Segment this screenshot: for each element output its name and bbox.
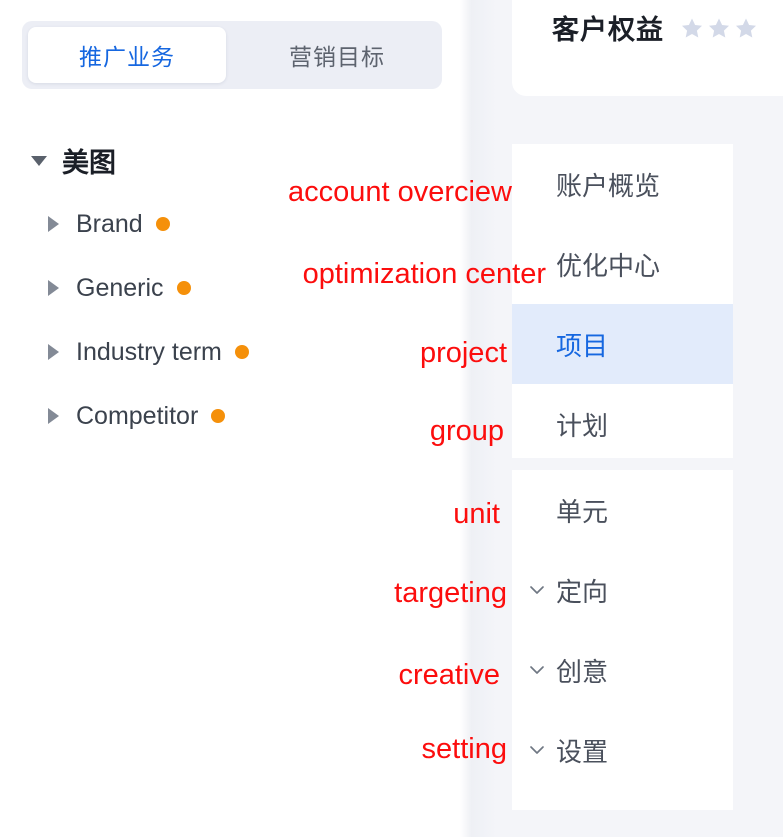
- tree-item-generic[interactable]: Generic: [0, 256, 466, 320]
- caret-down-icon[interactable]: [28, 149, 50, 171]
- status-dot: [176, 281, 191, 295]
- tree-item-label: Industry term: [76, 337, 222, 366]
- segmented-control: 推广业务 营销目标: [22, 21, 442, 89]
- customer-benefits-title: 客户权益: [552, 15, 664, 45]
- nav-item-label: 账户概览: [556, 170, 661, 201]
- nav-item-unit[interactable]: 单元: [512, 470, 733, 550]
- customer-benefits-row: 客户权益: [552, 8, 758, 47]
- chevron-down-icon[interactable]: [524, 739, 550, 761]
- star-icon: [682, 18, 702, 37]
- right-panel: 客户权益 账户概览 优化中心 项目 计划 单元 定向 创意 设置: [500, 0, 783, 837]
- caret-right-icon[interactable]: [42, 405, 64, 427]
- tree-root-meitu[interactable]: 美图: [0, 128, 466, 192]
- nav-item-group[interactable]: 计划: [512, 384, 733, 464]
- tree-item-label: Competitor: [76, 401, 199, 430]
- nav-item-creative[interactable]: 创意: [512, 630, 733, 710]
- nav-item-account-overview[interactable]: 账户概览: [512, 144, 733, 224]
- nav-menu-group-bottom: 单元 定向 创意 设置: [512, 470, 733, 810]
- star-rating: [680, 16, 758, 40]
- nav-item-label: 单元: [556, 496, 609, 527]
- nav-item-label: 设置: [556, 736, 609, 767]
- segment-tab-promotion-business[interactable]: 推广业务: [28, 27, 226, 83]
- chevron-down-icon[interactable]: [524, 579, 550, 601]
- status-dot: [211, 409, 226, 423]
- nav-item-optimization-center[interactable]: 优化中心: [512, 224, 733, 304]
- nav-item-label: 项目: [556, 330, 609, 361]
- segment-tab-marketing-goal[interactable]: 营销目标: [238, 27, 436, 83]
- tree-item-competitor[interactable]: Competitor: [0, 384, 466, 448]
- tree-item-label: Generic: [76, 273, 164, 302]
- tree-root-label: 美图: [62, 147, 116, 178]
- nav-item-label: 创意: [556, 656, 609, 687]
- star-icon: [709, 18, 729, 37]
- nav-item-label: 计划: [556, 410, 609, 441]
- nav-item-targeting[interactable]: 定向: [512, 550, 733, 630]
- left-panel: 推广业务 营销目标 美图 Brand Generic Industry term…: [0, 0, 466, 837]
- tree-item-brand[interactable]: Brand: [0, 192, 466, 256]
- tree-item-label: Brand: [76, 209, 143, 238]
- caret-right-icon[interactable]: [42, 277, 64, 299]
- nav-item-label: 定向: [556, 576, 609, 607]
- keyword-tree: 美图 Brand Generic Industry term Competito…: [0, 128, 466, 448]
- star-icon: [736, 18, 756, 37]
- tree-item-industry-term[interactable]: Industry term: [0, 320, 466, 384]
- customer-benefits-card: 客户权益: [512, 0, 783, 96]
- nav-item-setting[interactable]: 设置: [512, 710, 733, 790]
- app-screen: 推广业务 营销目标 美图 Brand Generic Industry term…: [0, 0, 783, 837]
- chevron-down-icon[interactable]: [524, 659, 550, 681]
- status-dot: [155, 217, 170, 231]
- nav-item-label: 优化中心: [556, 250, 661, 281]
- status-dot: [234, 345, 249, 359]
- nav-menu-group-top: 账户概览 优化中心 项目 计划: [512, 144, 733, 458]
- caret-right-icon[interactable]: [42, 341, 64, 363]
- nav-item-project[interactable]: 项目: [512, 304, 733, 384]
- caret-right-icon[interactable]: [42, 213, 64, 235]
